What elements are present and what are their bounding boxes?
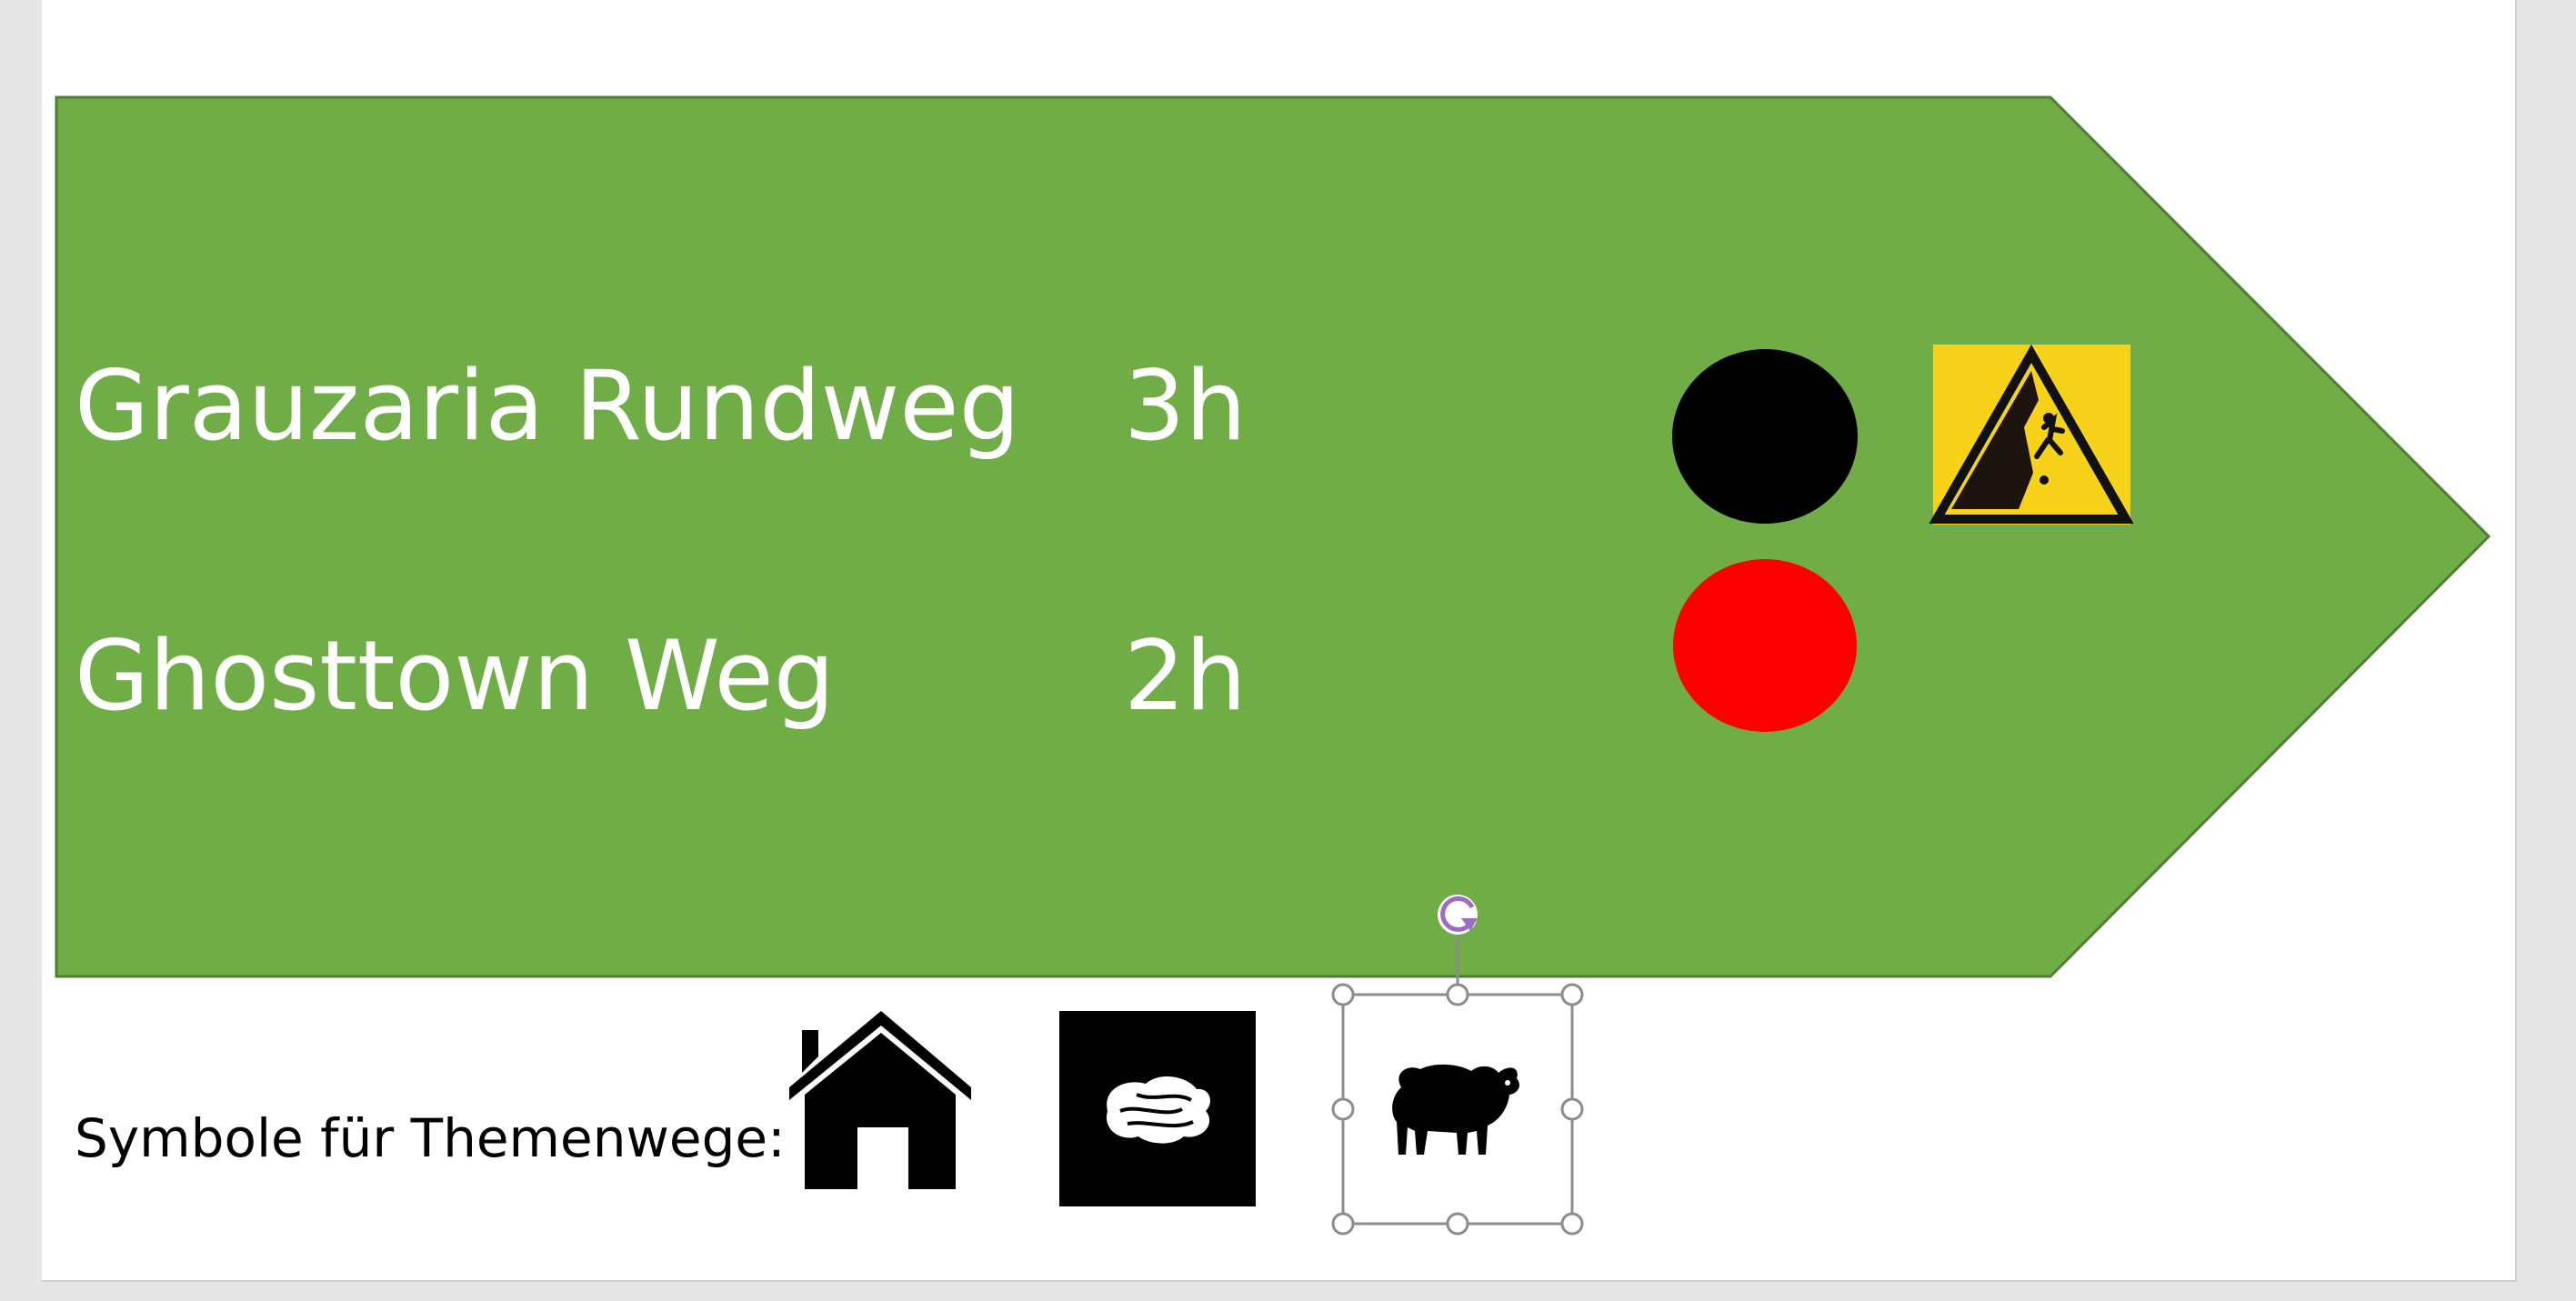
resize-handle-nw[interactable]	[1331, 983, 1355, 1006]
stone-icon[interactable]	[1059, 1011, 1256, 1206]
resize-handle-e[interactable]	[1560, 1097, 1584, 1121]
falling-rock-warning-icon[interactable]	[1929, 344, 2134, 525]
resize-handle-se[interactable]	[1560, 1212, 1584, 1236]
legend-label: Symbole für Themenwege:	[75, 1107, 786, 1169]
route-2-name: Ghosttown Weg	[75, 620, 835, 732]
rotate-handle-icon[interactable]	[1438, 895, 1478, 935]
route-1-duration: 3h	[1124, 350, 1247, 462]
slide-canvas: Grauzaria Rundweg 3h Ghosttown Weg 2h Sy…	[55, 95, 2491, 1236]
route-2-duration: 2h	[1124, 620, 1247, 732]
resize-handle-n[interactable]	[1446, 983, 1469, 1006]
route-1-name: Grauzaria Rundweg	[75, 350, 1020, 462]
direction-sign-arrow[interactable]	[55, 95, 2491, 978]
route-2-difficulty-dot	[1673, 559, 1857, 732]
sheep-icon[interactable]	[1392, 1064, 1519, 1155]
resize-handle-sw[interactable]	[1331, 1212, 1355, 1236]
resize-handle-w[interactable]	[1331, 1097, 1355, 1121]
route-1-difficulty-dot	[1672, 349, 1858, 524]
resize-handle-ne[interactable]	[1560, 983, 1584, 1006]
house-icon[interactable]	[789, 1011, 971, 1189]
resize-handle-s[interactable]	[1446, 1212, 1469, 1236]
